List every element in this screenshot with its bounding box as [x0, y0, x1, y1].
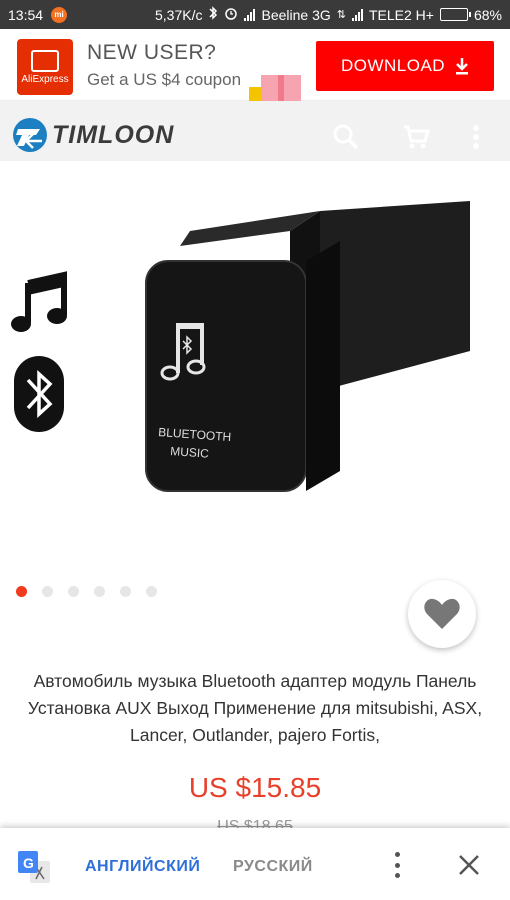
back-button[interactable] [22, 129, 46, 158]
source-language-tab[interactable]: АНГЛИЙСКИЙ [85, 858, 200, 876]
download-button[interactable]: DOWNLOAD [316, 41, 494, 91]
bluetooth-status-icon [208, 6, 218, 23]
product-gallery[interactable]: TIMLOON BLUETOOTH MUSIC [0, 101, 510, 621]
carrier-2: TELE2 H+ [368, 6, 434, 23]
signal-icon-1 [244, 8, 256, 21]
mi-notification-icon: mi [51, 6, 68, 23]
close-icon[interactable] [456, 852, 482, 878]
cart-icon [404, 125, 431, 149]
aliexpress-logo: AliExpress [17, 39, 73, 95]
gift-icon [249, 69, 307, 103]
app-install-banner[interactable]: AliExpress NEW USER? Get a US $4 coupon … [0, 29, 510, 103]
more-vert-icon [473, 125, 479, 149]
bluetooth-icon [14, 356, 64, 432]
search-icon [333, 124, 359, 150]
gallery-dot[interactable] [120, 586, 131, 597]
banner-title: NEW USER? [87, 41, 217, 64]
download-label: DOWNLOAD [340, 56, 446, 75]
cart-button[interactable] [402, 123, 431, 156]
gallery-dot[interactable] [68, 586, 79, 597]
signal-icon-2 [351, 8, 363, 21]
search-button[interactable] [332, 123, 360, 156]
carrier-1: Beeline 3G [261, 6, 331, 23]
status-time: 13:54 [8, 6, 44, 23]
heart-icon [424, 598, 460, 629]
battery-percent: 68% [473, 6, 502, 23]
translate-bar: G АНГЛИЙСКИЙ РУССКИЙ [0, 828, 510, 900]
network-speed: 5,37K/c [155, 6, 203, 23]
back-arrow-icon [24, 133, 42, 149]
gallery-pagination[interactable] [16, 586, 157, 597]
product-price: US $15.85 [188, 772, 322, 803]
google-translate-icon[interactable]: G [18, 851, 50, 883]
data-arrows-icon: ⇅ [336, 9, 346, 21]
status-bar: 13:54 mi 5,37K/c Beeline 3G ⇅ TELE2 H+ 6… [0, 0, 510, 29]
banner-subtitle: Get a US $4 coupon [87, 70, 242, 89]
gallery-dot[interactable] [94, 586, 105, 597]
target-language-tab[interactable]: РУССКИЙ [233, 858, 313, 876]
gallery-dot[interactable] [16, 586, 27, 597]
svg-text:G: G [23, 855, 34, 871]
feature-icons [6, 271, 72, 439]
translate-menu-icon[interactable] [388, 852, 406, 878]
product-image: BLUETOOTH MUSIC [140, 201, 480, 501]
product-label-line2: MUSIC [170, 444, 210, 461]
alarm-icon [224, 6, 238, 23]
battery-icon [439, 8, 471, 21]
music-note-icon [11, 271, 67, 332]
download-icon [456, 58, 469, 75]
gallery-dot[interactable] [42, 586, 53, 597]
gallery-dot[interactable] [146, 586, 157, 597]
wishlist-button[interactable] [408, 580, 476, 648]
more-options-button[interactable] [472, 124, 480, 155]
product-title: Автомобиль музыка Bluetooth адаптер моду… [27, 671, 483, 745]
